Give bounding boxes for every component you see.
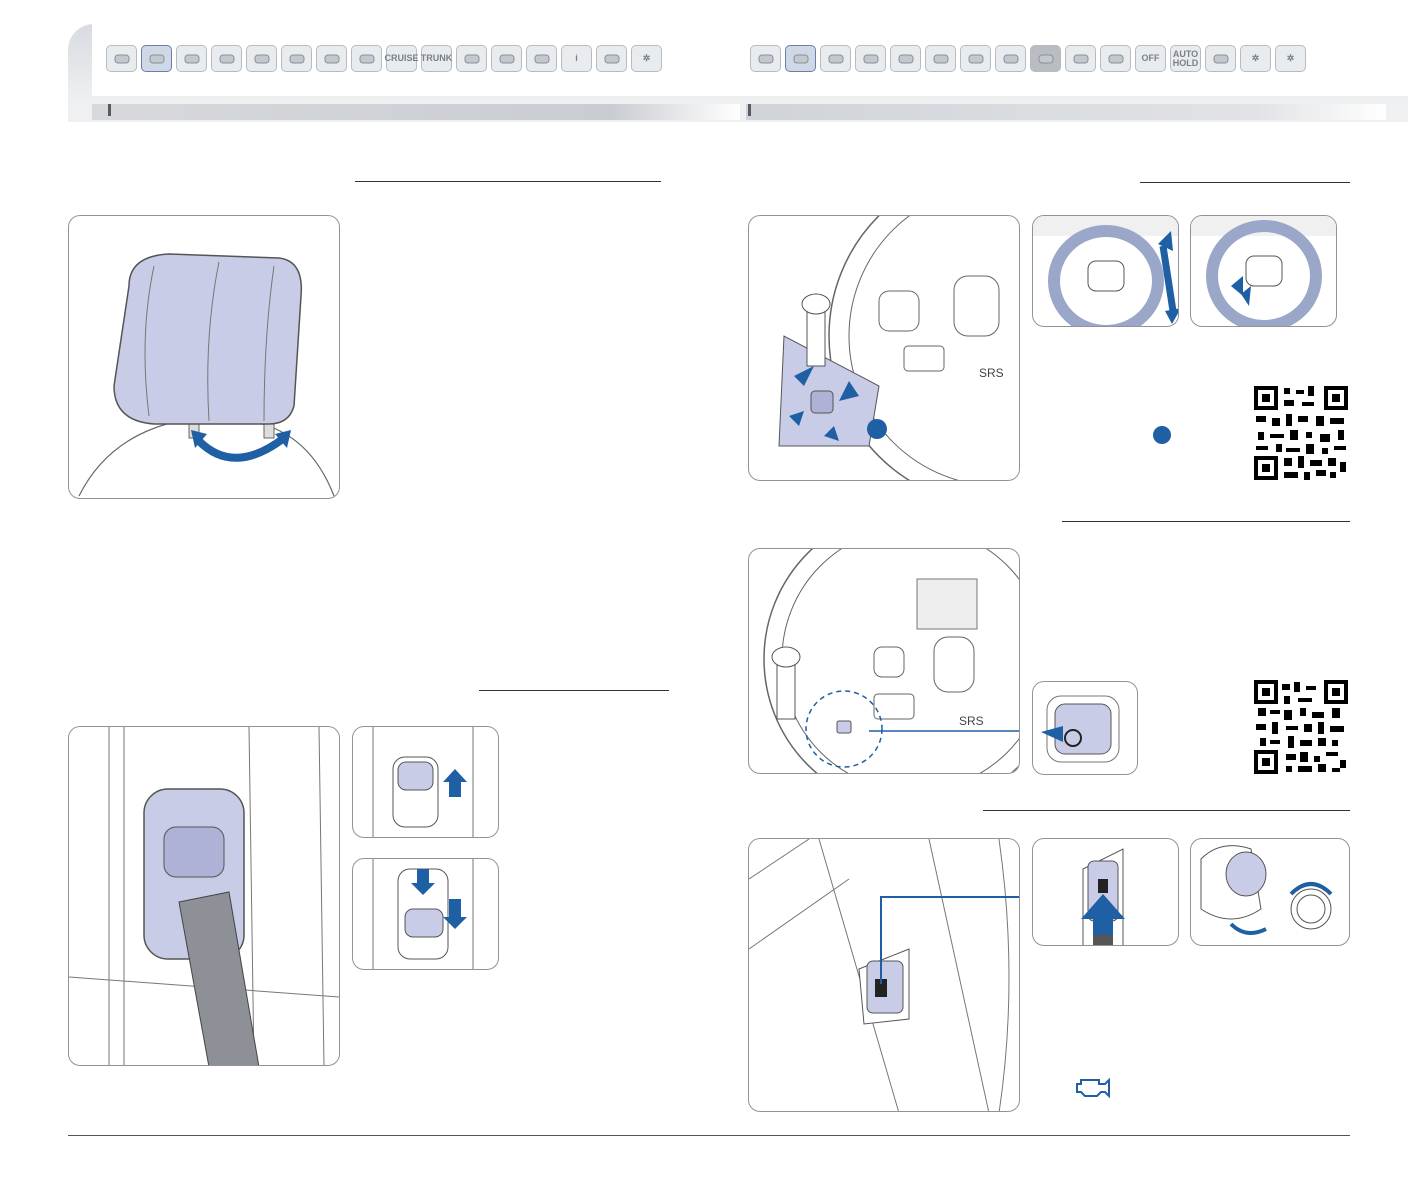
key-icon[interactable] (106, 45, 137, 72)
gauge-icon[interactable] (281, 45, 312, 72)
cruise-icon-label: CRUISE (384, 53, 419, 63)
left-page-rule (92, 104, 740, 120)
bluetooth-icon-label: ✲ (642, 53, 651, 63)
headrest-illustration (68, 215, 340, 499)
bluetooth-icon-2-label: ✲ (1251, 53, 1260, 63)
tilt-in-out-illustration (1190, 215, 1337, 327)
section-rule-heated-wheel (1062, 521, 1350, 522)
climate-icon[interactable] (596, 45, 627, 72)
airbag-label-2: SRS (959, 714, 984, 728)
auto-hold-icon[interactable]: AUTO HOLD (1170, 45, 1201, 72)
blank-icon[interactable] (1030, 45, 1061, 72)
check-engine-icon (1075, 1076, 1115, 1100)
lane-icon[interactable] (456, 45, 487, 72)
esc-off-icon[interactable]: OFF (1135, 45, 1166, 72)
section-rule-belt (479, 690, 669, 691)
auto-hold-icon-label: AUTO HOLD (1172, 48, 1199, 68)
bluetooth-icon-3[interactable]: ✲ (1275, 45, 1306, 72)
right-icon-nav: OFF AUTO HOLD ✲ ✲ (750, 45, 1306, 72)
section-rule-headrest (355, 181, 661, 182)
bluetooth-icon-2[interactable]: ✲ (1240, 45, 1271, 72)
fuel-icon[interactable] (1100, 45, 1131, 72)
left-rule-tick (108, 104, 111, 116)
right-rule-tick (748, 104, 751, 116)
info-icon-label: i (575, 53, 578, 63)
cruise-icon[interactable]: CRUISE (384, 45, 419, 72)
esc-off-icon-label: OFF (1141, 53, 1160, 63)
radio-icon[interactable] (925, 45, 956, 72)
qr-code-tilt (1254, 386, 1348, 480)
nav-icon[interactable] (995, 45, 1026, 72)
bluetooth-icon-3-label: ✲ (1286, 53, 1295, 63)
belt-lower-illustration (352, 858, 499, 970)
left-icon-nav: CRUISE TRUNK i ✲ (106, 45, 662, 72)
callout-dot (867, 419, 887, 439)
heated-wheel-button-closeup (1032, 681, 1138, 775)
sunroof-icon[interactable] (820, 45, 851, 72)
display-icon[interactable] (526, 45, 557, 72)
seat-icon[interactable] (141, 45, 172, 72)
mirror-icon[interactable] (246, 45, 277, 72)
belt-anchor-illustration (68, 726, 340, 1066)
fuel-door-release-illustration (748, 838, 1020, 1112)
callout-dot-tilt (1153, 426, 1171, 444)
park-icon[interactable] (1205, 45, 1236, 72)
steering-icon[interactable] (785, 45, 816, 72)
audio-icon[interactable] (890, 45, 921, 72)
tilt-lever-illustration: SRS (748, 215, 1020, 481)
qr-code-heated-wheel (1254, 680, 1348, 774)
wiper-icon[interactable] (351, 45, 382, 72)
trunk-icon[interactable]: TRUNK (421, 45, 452, 72)
belt-raise-illustration (352, 726, 499, 838)
remote-icon[interactable] (176, 45, 207, 72)
trunk-icon-label: TRUNK (420, 53, 453, 63)
right-page-rule (746, 104, 1386, 120)
fuel-door-lever-closeup (1032, 838, 1179, 946)
seatbelt-icon[interactable] (855, 45, 886, 72)
tpms-icon[interactable] (491, 45, 522, 72)
cluster-icon[interactable] (316, 45, 347, 72)
phone-icon[interactable] (750, 45, 781, 72)
fuel-cap-removal-illustration (1190, 838, 1350, 946)
info-icon[interactable]: i (561, 45, 592, 72)
page-footer-rule (68, 1135, 1350, 1136)
bluetooth-icon[interactable]: ✲ (631, 45, 662, 72)
heated-wheel-illustration: SRS (748, 548, 1020, 774)
door-icon[interactable] (211, 45, 242, 72)
section-rule-tilt (1140, 182, 1350, 183)
tilt-up-down-illustration (1032, 215, 1179, 327)
airbag-label: SRS (979, 366, 1004, 380)
section-rule-fuel (983, 810, 1350, 811)
cd-icon[interactable] (960, 45, 991, 72)
usb-icon[interactable] (1065, 45, 1096, 72)
